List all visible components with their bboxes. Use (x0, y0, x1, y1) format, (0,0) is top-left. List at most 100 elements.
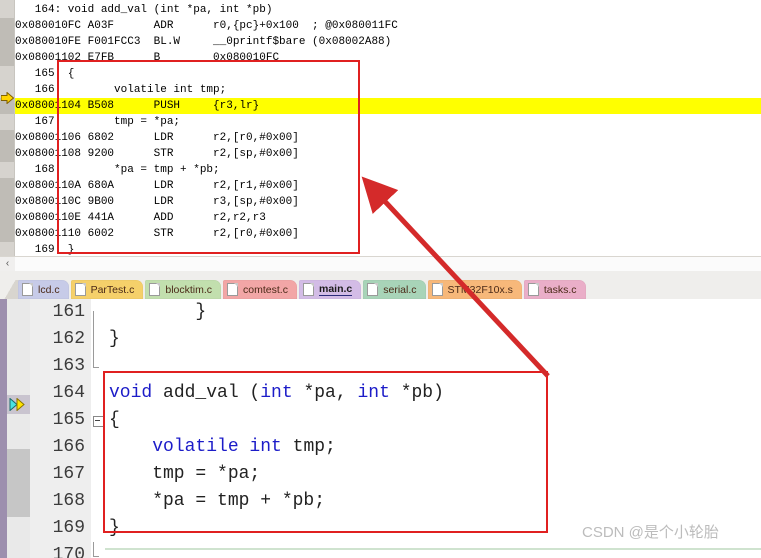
editor-tab-bar[interactable]: lcd.c ParTest.c blocktim.c comtest.c main.c s… (0, 277, 761, 299)
file-icon (431, 283, 443, 296)
file-icon (527, 283, 539, 296)
tab-label: comtest.c (243, 283, 288, 296)
editor-line-number-column: 161 162 163 164 165 166 167 168 169 170 (30, 299, 91, 558)
gutter-band (0, 34, 14, 50)
scroll-left-icon[interactable]: ‹ (0, 257, 15, 271)
tab-main-c[interactable]: main.c (298, 280, 362, 299)
disassembly-line[interactable]: 166: volatile int tmp; (15, 82, 761, 98)
editor-fold-column[interactable] (91, 299, 105, 558)
tab-strip[interactable]: lcd.c ParTest.c blocktim.c comtest.c main.c s… (18, 277, 588, 299)
gutter-band (0, 210, 14, 226)
file-icon (367, 283, 379, 296)
gutter-band (0, 50, 14, 66)
line-number: 167 (52, 464, 85, 484)
code-line[interactable]: tmp = *pa; (105, 461, 761, 488)
code-text: add_val ( (163, 383, 261, 403)
tab-label: blocktim.c (165, 283, 213, 296)
disassembly-line[interactable]: 0x0800110A 680A LDR r2,[r1,#0x00] (15, 178, 761, 194)
scrollbar-track[interactable] (15, 257, 761, 271)
code-text: } (109, 302, 207, 322)
code-keyword: int (260, 383, 304, 403)
tab-comtest-c[interactable]: comtest.c (223, 280, 297, 299)
code-line[interactable] (105, 353, 761, 380)
tab-partest-c[interactable]: ParTest.c (70, 280, 144, 299)
line-number: 170 (52, 545, 85, 558)
gutter-band (0, 130, 14, 146)
editor-breakpoint-margin[interactable] (7, 299, 30, 558)
watermark-text: CSDN @是个小轮胎 (582, 524, 719, 541)
tab-label: main.c (318, 283, 353, 296)
gutter-band (0, 226, 14, 242)
disassembly-line[interactable]: 165: { (15, 66, 761, 82)
code-text: *pa, (303, 383, 358, 403)
disassembly-line[interactable]: 167: tmp = *pa; (15, 114, 761, 130)
disassembly-line[interactable]: 164: void add_val (int *pa, int *pb) (15, 2, 761, 18)
disassembly-line[interactable]: 0x08001106 6802 LDR r2,[r0,#0x00] (15, 130, 761, 146)
disassembly-line[interactable]: 0x08001102 E7FB B 0x080010FC (15, 50, 761, 66)
code-line[interactable]: { (105, 407, 761, 434)
editor-left-bar (0, 299, 7, 558)
tab-label: serial.c (383, 283, 417, 296)
code-line[interactable]: *pa = tmp + *pb; (105, 488, 761, 515)
code-text: *pb) (400, 383, 444, 403)
line-number: 164 (52, 383, 85, 403)
disassembly-line[interactable]: 0x08001108 9200 STR r2,[sp,#0x00] (15, 146, 761, 162)
code-keyword: volatile int (152, 437, 293, 457)
disassembly-line[interactable]: 0x080010FC A03F ADR r0,{pc}+0x100 ; @0x0… (15, 18, 761, 34)
current-statement-arrow-icon (7, 395, 30, 414)
disassembly-horizontal-scrollbar[interactable]: ‹ (0, 256, 761, 271)
fold-end-mark (93, 353, 99, 368)
editor-bottom-rule (105, 548, 761, 550)
disassembly-line[interactable]: 168: *pa = tmp + *pb; (15, 162, 761, 178)
disassembly-line[interactable]: 0x0800110E 441A ADD r2,r2,r3 (15, 210, 761, 226)
code-text: tmp = *pa; (109, 464, 261, 484)
code-line[interactable]: } (105, 299, 761, 326)
file-icon (302, 283, 314, 296)
code-line[interactable]: volatile int tmp; (105, 434, 761, 461)
tab-tasks-c[interactable]: tasks.c (523, 280, 586, 299)
code-keyword: int (357, 383, 401, 403)
line-number: 168 (52, 491, 85, 511)
line-number: 163 (52, 356, 85, 376)
disassembly-line[interactable]: 0x080010FE F001FCC3 BL.W __0printf$bare … (15, 34, 761, 50)
code-line[interactable]: void add_val (int *pa, int *pb) (105, 380, 761, 407)
code-line[interactable] (105, 542, 761, 558)
line-number: 166 (52, 437, 85, 457)
file-icon (149, 283, 161, 296)
code-text: } (109, 518, 120, 538)
disassembly-line-current[interactable]: 0x08001104 B508 PUSH {r3,lr} (15, 98, 761, 114)
tab-stm32f10x-s[interactable]: STM32F10x.s (427, 280, 522, 299)
disassembly-line[interactable]: 169: } (15, 242, 761, 256)
tab-label: tasks.c (543, 283, 577, 296)
disassembly-line-list[interactable]: 164: void add_val (int *pa, int *pb) 0x08… (15, 2, 761, 256)
fold-end-mark (93, 542, 99, 557)
tab-lcd-c[interactable]: lcd.c (18, 280, 69, 299)
tab-label: lcd.c (38, 283, 60, 296)
file-icon (22, 283, 33, 296)
fold-collapse-box[interactable] (93, 416, 104, 427)
file-icon (74, 283, 86, 296)
source-editor-pane[interactable]: 161 162 163 164 165 166 167 168 169 170 }} void ad… (0, 299, 761, 558)
tab-blocktim-c[interactable]: blocktim.c (145, 280, 222, 299)
code-text: tmp; (292, 437, 336, 457)
tab-serial-c[interactable]: serial.c (363, 280, 426, 299)
disassembly-pane[interactable]: 164: void add_val (int *pa, int *pb) 0x08… (0, 0, 761, 256)
gutter-band (0, 194, 14, 210)
disassembly-line[interactable]: 0x0800110C 9B00 LDR r3,[sp,#0x00] (15, 194, 761, 210)
fold-guide (93, 326, 94, 353)
execution-arrow-icon (0, 91, 15, 105)
file-icon (227, 283, 239, 296)
editor-margin-thumb[interactable] (7, 449, 30, 517)
disassembly-gutter (0, 0, 15, 256)
editor-code-area[interactable]: }} void add_val (int *pa, int *pb){ volat… (105, 299, 761, 558)
line-number: 161 (52, 302, 85, 322)
code-line[interactable]: } (105, 326, 761, 353)
code-text: { (109, 410, 120, 430)
line-number: 165 (52, 410, 85, 430)
line-number: 162 (52, 329, 85, 349)
tab-label: ParTest.c (90, 283, 135, 296)
disassembly-line[interactable]: 0x08001110 6002 STR r2,[r0,#0x00] (15, 226, 761, 242)
code-text: } (109, 329, 120, 349)
code-keyword: void (109, 383, 164, 403)
